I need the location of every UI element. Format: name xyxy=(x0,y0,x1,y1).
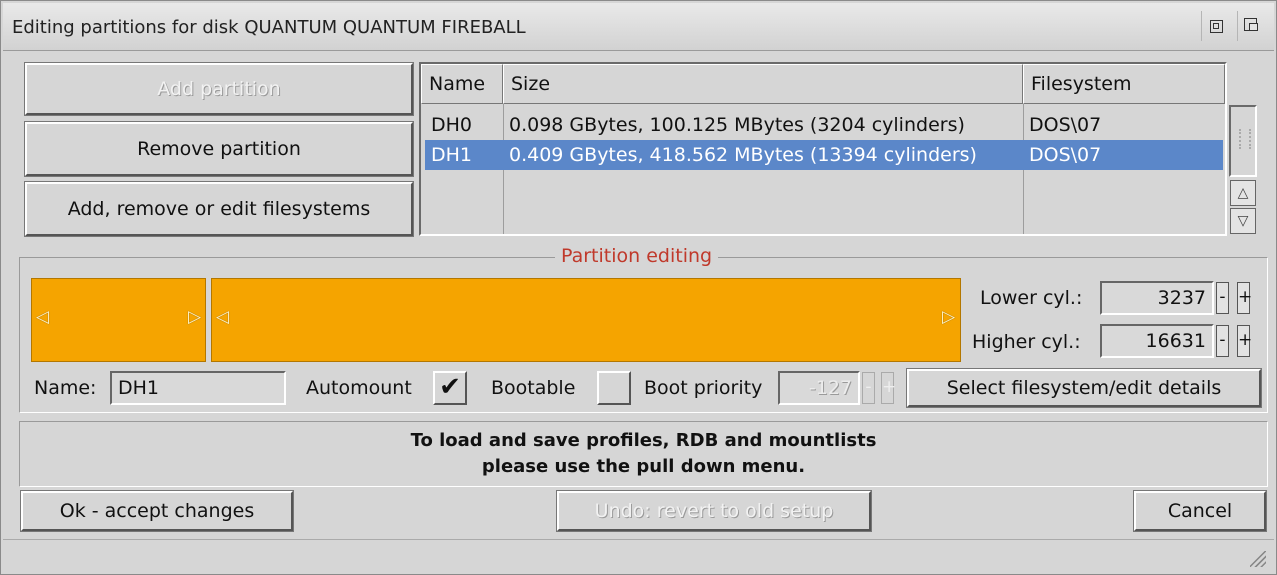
edit-filesystems-button[interactable]: Add, remove or edit filesystems xyxy=(24,181,414,237)
remove-partition-button[interactable]: Remove partition xyxy=(24,121,414,177)
cell-size: 0.409 GBytes, 418.562 MBytes (13394 cyli… xyxy=(509,144,977,166)
drag-left-icon[interactable]: ◁ xyxy=(216,307,229,327)
select-filesystem-label: Select filesystem/edit details xyxy=(946,377,1222,399)
higher-cyl-decrement[interactable]: - xyxy=(1216,325,1229,357)
drag-left-icon[interactable]: ◁ xyxy=(36,307,49,327)
iconify-icon[interactable] xyxy=(1201,11,1231,41)
cell-size: 0.098 GBytes, 100.125 MBytes (3204 cylin… xyxy=(509,114,965,136)
header-filesystem[interactable]: Filesystem xyxy=(1023,64,1225,104)
bootable-checkbox[interactable] xyxy=(597,371,631,405)
resize-grip-icon[interactable] xyxy=(1250,551,1266,567)
cancel-button[interactable]: Cancel xyxy=(1133,490,1267,532)
list-scrollbar[interactable] xyxy=(1229,105,1257,177)
undo-label: Undo: revert to old setup xyxy=(594,500,834,522)
cell-filesystem: DOS\07 xyxy=(1029,144,1102,166)
partition-editor-window: Editing partitions for disk QUANTUM QUAN… xyxy=(0,0,1277,575)
list-header: Name Size Filesystem xyxy=(421,64,1225,104)
header-size[interactable]: Size xyxy=(503,64,1023,104)
partition-block-previous[interactable]: ◁ ▷ xyxy=(31,278,206,362)
cell-name: DH1 xyxy=(431,144,473,166)
add-partition-button[interactable]: Add partition xyxy=(24,62,414,116)
scroll-up-icon[interactable]: △ xyxy=(1230,180,1256,206)
boot-priority-field[interactable]: -127 xyxy=(778,371,860,405)
lower-cyl-label: Lower cyl.: xyxy=(980,287,1083,309)
group-title: Partition editing xyxy=(555,245,719,267)
automount-checkbox[interactable]: ✔ xyxy=(433,371,467,405)
higher-cyl-label: Higher cyl.: xyxy=(972,331,1081,353)
info-line-2: please use the pull down menu. xyxy=(481,456,806,477)
higher-cyl-field[interactable]: 16631 xyxy=(1100,324,1214,358)
cell-name: DH0 xyxy=(431,114,473,136)
cell-filesystem: DOS\07 xyxy=(1029,114,1102,136)
boot-priority-decrement[interactable]: - xyxy=(862,372,875,404)
depth-icon[interactable] xyxy=(1237,11,1267,41)
info-panel: To load and save profiles, RDB and mount… xyxy=(19,421,1268,487)
table-row[interactable]: DH0 0.098 GBytes, 100.125 MBytes (3204 c… xyxy=(425,110,1223,140)
name-label: Name: xyxy=(34,377,97,399)
lower-cyl-decrement[interactable]: - xyxy=(1216,282,1229,314)
scroll-down-icon[interactable]: ▽ xyxy=(1230,208,1256,234)
title-bar[interactable]: Editing partitions for disk QUANTUM QUAN… xyxy=(3,3,1274,51)
boot-priority-label: Boot priority xyxy=(644,377,763,399)
lower-cyl-increment[interactable]: + xyxy=(1237,282,1252,314)
drag-right-icon[interactable]: ▷ xyxy=(188,307,201,327)
select-filesystem-button[interactable]: Select filesystem/edit details xyxy=(906,368,1262,408)
cancel-label: Cancel xyxy=(1167,500,1233,522)
scroll-knob[interactable] xyxy=(1239,129,1251,149)
drag-right-icon[interactable]: ▷ xyxy=(942,307,955,327)
boot-priority-increment[interactable]: + xyxy=(881,372,896,404)
partition-block-selected[interactable]: ◁ ▷ xyxy=(211,278,961,362)
table-row-selected[interactable]: DH1 0.409 GBytes, 418.562 MBytes (13394 … xyxy=(425,140,1223,170)
higher-cyl-increment[interactable]: + xyxy=(1237,325,1252,357)
status-bar xyxy=(3,539,1274,573)
bootable-label: Bootable xyxy=(491,377,576,399)
header-name[interactable]: Name xyxy=(421,64,503,104)
remove-partition-label: Remove partition xyxy=(137,138,301,160)
ok-button[interactable]: Ok - accept changes xyxy=(20,490,294,532)
automount-label: Automount xyxy=(306,377,412,399)
partition-list[interactable]: Name Size Filesystem DH0 0.098 GBytes, 1… xyxy=(419,62,1227,236)
info-line-1: To load and save profiles, RDB and mount… xyxy=(410,430,877,451)
partition-name-field[interactable]: DH1 xyxy=(110,371,286,405)
edit-filesystems-label: Add, remove or edit filesystems xyxy=(67,198,371,220)
add-partition-label: Add partition xyxy=(157,78,281,100)
undo-button[interactable]: Undo: revert to old setup xyxy=(556,490,872,532)
lower-cyl-field[interactable]: 3237 xyxy=(1100,281,1214,315)
window-title: Editing partitions for disk QUANTUM QUAN… xyxy=(12,17,526,38)
ok-label: Ok - accept changes xyxy=(59,500,255,522)
